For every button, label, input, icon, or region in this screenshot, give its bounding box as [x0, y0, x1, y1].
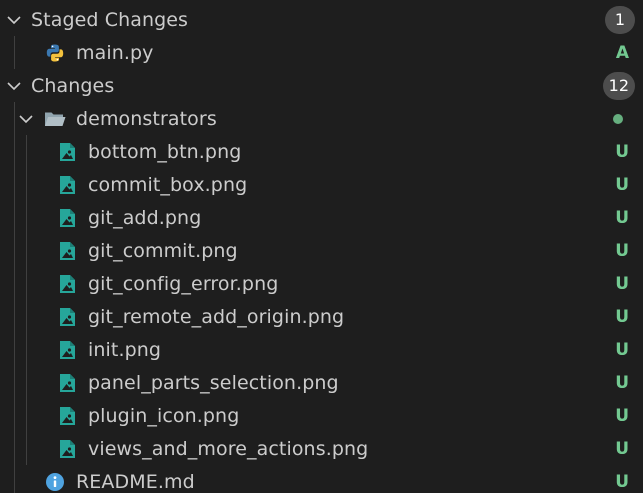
chevron-down-icon[interactable] [18, 111, 34, 127]
image-file-icon [56, 207, 78, 229]
file-item[interactable]: plugin_icon.png U [0, 399, 643, 432]
status-untracked: U [615, 339, 629, 360]
image-file-icon [56, 240, 78, 262]
staged-changes-title: Staged Changes [31, 8, 189, 31]
status-untracked: U [615, 306, 629, 327]
folder-name: demonstrators [76, 107, 217, 130]
chevron-down-icon[interactable] [6, 78, 22, 94]
chevron-down-icon[interactable] [6, 12, 22, 28]
image-file-icon [56, 174, 78, 196]
image-file-icon [56, 438, 78, 460]
tree-indent-guide [14, 168, 15, 201]
status-untracked: U [615, 141, 629, 162]
file-name: git_commit.png [88, 239, 238, 262]
file-item[interactable]: commit_box.png U [0, 168, 643, 201]
tree-indent-guide [14, 36, 15, 69]
tree-indent-guide [26, 366, 27, 399]
file-name: views_and_more_actions.png [88, 437, 369, 460]
image-file-icon [56, 372, 78, 394]
status-untracked: U [615, 471, 629, 492]
file-name: panel_parts_selection.png [88, 371, 339, 394]
image-file-icon [56, 339, 78, 361]
image-file-icon [56, 405, 78, 427]
file-item[interactable]: init.png U [0, 333, 643, 366]
file-name: plugin_icon.png [88, 404, 240, 427]
file-item[interactable]: panel_parts_selection.png U [0, 366, 643, 399]
tree-indent-guide [14, 333, 15, 366]
tree-indent-guide [26, 201, 27, 234]
tree-indent-guide [14, 102, 15, 135]
file-item[interactable]: git_commit.png U [0, 234, 643, 267]
status-added: A [615, 42, 629, 63]
status-untracked: U [615, 174, 629, 195]
tree-indent-guide [14, 135, 15, 168]
staged-count-badge: 1 [605, 5, 635, 34]
tree-indent-guide [14, 465, 15, 493]
file-item[interactable]: views_and_more_actions.png U [0, 432, 643, 465]
file-name: git_add.png [88, 206, 202, 229]
folder-file-list: bottom_btn.png Ucommit_box.png Ugit_add.pn… [0, 135, 643, 465]
status-untracked: U [615, 240, 629, 261]
status-untracked: U [615, 273, 629, 294]
tree-indent-guide [14, 432, 15, 465]
tree-indent-guide [26, 399, 27, 432]
file-name: git_remote_add_origin.png [88, 305, 345, 328]
file-item[interactable]: bottom_btn.png U [0, 135, 643, 168]
file-name: init.png [88, 338, 162, 361]
tree-indent-guide [26, 432, 27, 465]
tree-indent-guide [14, 267, 15, 300]
tree-indent-guide [14, 300, 15, 333]
tree-indent-guide [14, 366, 15, 399]
tree-indent-guide [14, 399, 15, 432]
python-icon [44, 42, 66, 64]
info-icon [44, 471, 66, 493]
tree-indent-guide [26, 168, 27, 201]
file-name: main.py [76, 41, 154, 64]
tree-indent-guide [26, 234, 27, 267]
tree-indent-guide [14, 201, 15, 234]
source-control-panel: Staged Changes 1 main.py A Changes 12 de… [0, 0, 643, 493]
tree-indent-guide [26, 135, 27, 168]
changes-header[interactable]: Changes 12 [0, 69, 643, 102]
file-name: commit_box.png [88, 173, 248, 196]
image-file-icon [56, 306, 78, 328]
file-name: git_config_error.png [88, 272, 279, 295]
image-file-icon [56, 141, 78, 163]
tree-indent-guide [26, 300, 27, 333]
image-file-icon [56, 273, 78, 295]
staged-file-item[interactable]: main.py A [0, 36, 643, 69]
changes-count-badge: 12 [602, 71, 635, 100]
status-untracked: U [615, 372, 629, 393]
tree-indent-guide [14, 234, 15, 267]
status-untracked: U [615, 405, 629, 426]
staged-changes-header[interactable]: Staged Changes 1 [0, 3, 643, 36]
status-untracked: U [615, 207, 629, 228]
file-item[interactable]: git_add.png U [0, 201, 643, 234]
file-item[interactable]: git_remote_add_origin.png U [0, 300, 643, 333]
root-file-item[interactable]: README.md U [0, 465, 643, 493]
file-item[interactable]: git_config_error.png U [0, 267, 643, 300]
folder-open-icon [44, 108, 66, 130]
changes-title: Changes [31, 74, 115, 97]
tree-indent-guide [26, 267, 27, 300]
tree-indent-guide [26, 333, 27, 366]
folder-item-demonstrators[interactable]: demonstrators [0, 102, 643, 135]
file-name: README.md [76, 470, 195, 493]
status-untracked: U [615, 438, 629, 459]
folder-status-dot [613, 113, 623, 124]
file-name: bottom_btn.png [88, 140, 242, 163]
